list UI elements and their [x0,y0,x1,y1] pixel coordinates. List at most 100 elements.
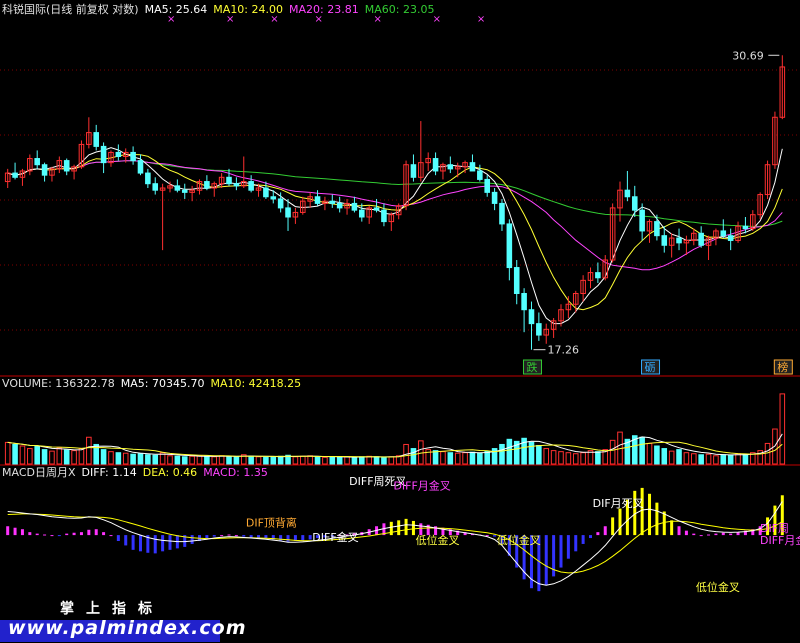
macd-bar [677,526,681,536]
macd-name: MACD日周月X [2,466,76,479]
volume-bar [565,452,572,465]
macd-bar [308,535,312,540]
candle-body [381,209,387,223]
volume-bar [255,456,262,465]
price-header: 科锐国际(日线 前复权 对数) MA5: 25.64 MA10: 24.00 MA20… [2,3,440,17]
macd-bar [404,518,408,536]
macd-bar [729,533,733,536]
price-high-label: 30.69 [732,49,764,62]
macd-bar [411,520,415,536]
candle-body [499,202,505,225]
macd-bar [707,534,711,536]
macd-bar [249,535,253,538]
volume-bar [167,455,173,465]
volume-bar [270,456,277,465]
candle-body [277,198,284,209]
candle-body [624,189,631,198]
candle-body [469,162,476,172]
volume-bar [410,448,417,465]
volume-bar [226,455,232,465]
vol-ma10-value: MA10: 42418.25 [210,377,302,390]
volume-bar [56,447,63,465]
volume-bar [78,448,85,465]
volume-bar [248,455,254,465]
diff-value: DIFF: 1.14 [81,466,137,479]
volume-bar [580,452,586,465]
volume-bar [639,436,645,465]
macd-bar [57,535,61,537]
macd-bar [618,508,622,536]
candle-body [226,176,232,185]
macd-signal-label: 低位金叉 [497,533,541,547]
candle-body [373,207,380,211]
volume-bar [351,456,358,465]
volume-bar [683,452,690,465]
macd-value: MACD: 1.35 [203,466,268,479]
volume-bar [661,448,668,465]
volume-bar [181,456,188,465]
candle-body [329,200,336,204]
macd-bar [574,535,578,552]
price-low-label: 17.26 [547,344,579,357]
macd-bar [153,535,157,554]
macd-bar [566,535,570,559]
candle-body [432,158,439,172]
volume-header: VOLUME: 136322.78 MA5: 70345.70 MA10: 4241… [2,377,307,391]
candle-body [410,164,417,178]
candle-body [742,225,749,230]
ma20-line [7,160,783,271]
candle-body [359,209,365,218]
macd-bar [589,535,592,539]
candle-body [521,292,527,311]
volume-bar [329,456,336,465]
macd-signal-label: 低位金叉 [416,533,460,547]
macd-bar [138,535,142,552]
candle-body [63,160,70,172]
volume-bar [595,451,601,465]
macd-bar [65,533,69,536]
macd-bar [655,502,659,536]
candle-body [100,145,107,164]
macd-bar [684,530,688,536]
volume-bar [528,441,535,465]
volume-bar [263,456,269,465]
ma60-value: MA60: 23.05 [364,3,435,16]
candle-body [595,272,601,279]
macd-signal-label: DIFF月金叉 [393,478,450,492]
macd-bar [6,526,10,536]
chart-canvas: × × × × × × ×30.6917.26跌砺榜DIFF周死叉DIFF月金叉DIF顶背离… [0,14,800,594]
macd-bar [116,535,120,541]
diff-line [7,501,783,586]
candle-body [137,160,144,174]
macd-bar [50,535,54,537]
event-tag-text: 跌 [526,360,537,374]
macd-bar [161,535,165,552]
volume-bar [720,454,727,465]
volume-bar [63,449,70,465]
candle-body [447,164,454,170]
volume-bar [705,453,712,465]
candle-body [676,237,682,244]
macd-bar [640,487,644,536]
volume-bar [668,450,675,465]
candle-body [491,191,498,204]
macd-signal-label: DIF周 [760,522,789,535]
ma5-value: MA5: 25.64 [144,3,208,16]
candle-body [528,309,535,325]
macd-signal-label: DIFF金叉 [312,530,358,544]
candle-body [248,181,254,191]
volume-bar [727,454,734,465]
volume-bar [764,442,771,465]
macd-bar [242,535,246,537]
volume-bar [218,455,225,465]
macd-signal-label: 低位金叉 [696,580,740,594]
volume-bar [432,450,439,465]
candle-body [204,181,210,189]
macd-bar [670,520,674,536]
candle-body [336,202,343,209]
candle-body [720,230,727,237]
macd-bar [692,533,696,536]
candle-body [727,235,734,241]
dea-line [7,513,783,574]
volume-bar [462,452,468,465]
